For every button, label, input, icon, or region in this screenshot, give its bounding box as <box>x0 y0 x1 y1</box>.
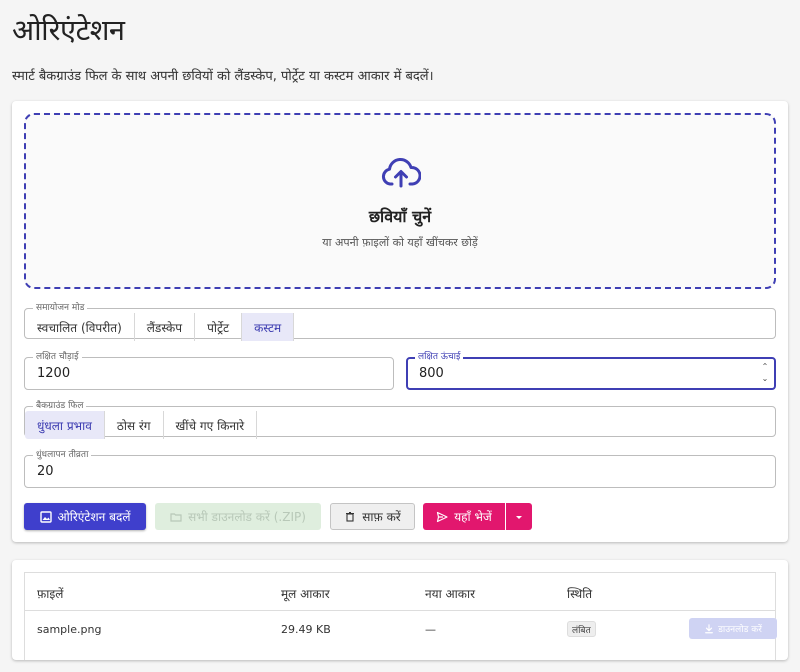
files-card: फ़ाइलें मूल आकार नया आकार स्थिति sample.… <box>12 560 788 660</box>
file-dropzone[interactable]: छवियाँ चुनें या अपनी फ़ाइलों को यहाँ खीं… <box>24 113 776 289</box>
change-orientation-label: ओरिएंटेशन बदलें <box>57 510 131 524</box>
table-header-divider <box>25 610 775 611</box>
download-icon <box>705 623 714 633</box>
bg-option-solid[interactable]: ठोस रंग <box>105 411 164 439</box>
file-name: sample.png <box>37 623 102 636</box>
send-to-label: यहाँ भेजें <box>454 510 492 524</box>
clear-label: साफ़ करें <box>362 510 401 524</box>
mode-option-custom[interactable]: कस्टम <box>242 313 295 341</box>
column-header-status: स्थिति <box>567 587 593 601</box>
cloud-upload-icon <box>381 158 421 188</box>
status-badge: लंबित <box>567 621 596 637</box>
settings-card: छवियाँ चुनें या अपनी फ़ाइलों को यहाँ खीं… <box>12 101 788 542</box>
target-width-field[interactable]: लक्षित चौड़ाई 1200 <box>24 351 394 390</box>
original-size: 29.49 KB <box>281 623 331 636</box>
new-size: — <box>425 623 436 636</box>
clear-button[interactable]: साफ़ करें <box>330 503 415 530</box>
page-title: ओरिएंटेशन <box>12 13 125 47</box>
number-spinner[interactable]: ⌃ ⌄ <box>760 361 770 387</box>
mode-option-auto[interactable]: स्वचालित (विपरीत) <box>25 313 135 341</box>
image-icon <box>39 510 52 523</box>
files-table: फ़ाइलें मूल आकार नया आकार स्थिति sample.… <box>24 572 777 660</box>
row-download-label: डाउनलोड करें <box>718 625 762 635</box>
bg-option-stretch[interactable]: खींचे गए किनारे <box>164 411 258 439</box>
bg-option-blur[interactable]: धुंधला प्रभाव <box>25 411 105 439</box>
column-header-files: फ़ाइलें <box>37 587 64 601</box>
background-fill-label: बैकग्राउंड फिल <box>36 401 84 411</box>
mode-option-landscape[interactable]: लैंडस्केप <box>135 313 196 341</box>
send-to-dropdown-button[interactable] <box>506 503 532 530</box>
send-icon <box>437 511 448 522</box>
background-fill-selector: बैकग्राउंड फिल धुंधला प्रभाव ठोस रंग खीं… <box>24 401 776 439</box>
row-download-button[interactable]: डाउनलोड करें <box>689 618 777 639</box>
download-all-zip-button[interactable]: सभी डाउनलोड करें (.ZIP) <box>155 503 321 530</box>
folder-zip-icon <box>170 512 182 522</box>
dropzone-hint: या अपनी फ़ाइलों को यहाँ खींचकर छोड़ें <box>322 236 478 249</box>
change-orientation-button[interactable]: ओरिएंटेशन बदलें <box>24 503 146 530</box>
blur-intensity-field[interactable]: धुंधलापन तीव्रता 20 <box>24 449 776 488</box>
mode-selector: समायोजन मोड स्वचालित (विपरीत) लैंडस्केप … <box>24 303 776 341</box>
blur-intensity-value[interactable]: 20 <box>37 456 54 487</box>
target-width-value[interactable]: 1200 <box>37 358 70 389</box>
chevron-down-icon[interactable]: ⌄ <box>760 373 770 385</box>
chevron-up-icon[interactable]: ⌃ <box>760 361 770 373</box>
column-header-new-size: नया आकार <box>425 587 476 601</box>
column-header-original-size: मूल आकार <box>281 587 330 601</box>
mode-label: समायोजन मोड <box>36 303 85 313</box>
mode-option-portrait[interactable]: पोर्ट्रेट <box>195 313 243 341</box>
send-to-button[interactable]: यहाँ भेजें <box>423 503 505 530</box>
target-height-field[interactable]: लक्षित ऊंचाई 800 ⌃ ⌄ <box>406 351 776 390</box>
download-all-zip-label: सभी डाउनलोड करें (.ZIP) <box>188 510 306 524</box>
page-subtitle: स्मार्ट बैकग्राउंड फिल के साथ अपनी छवियो… <box>12 69 434 84</box>
caret-down-icon <box>516 515 522 519</box>
target-height-value[interactable]: 800 <box>419 359 444 388</box>
dropzone-title: छवियाँ चुनें <box>368 207 432 226</box>
clear-all-icon <box>346 511 355 522</box>
